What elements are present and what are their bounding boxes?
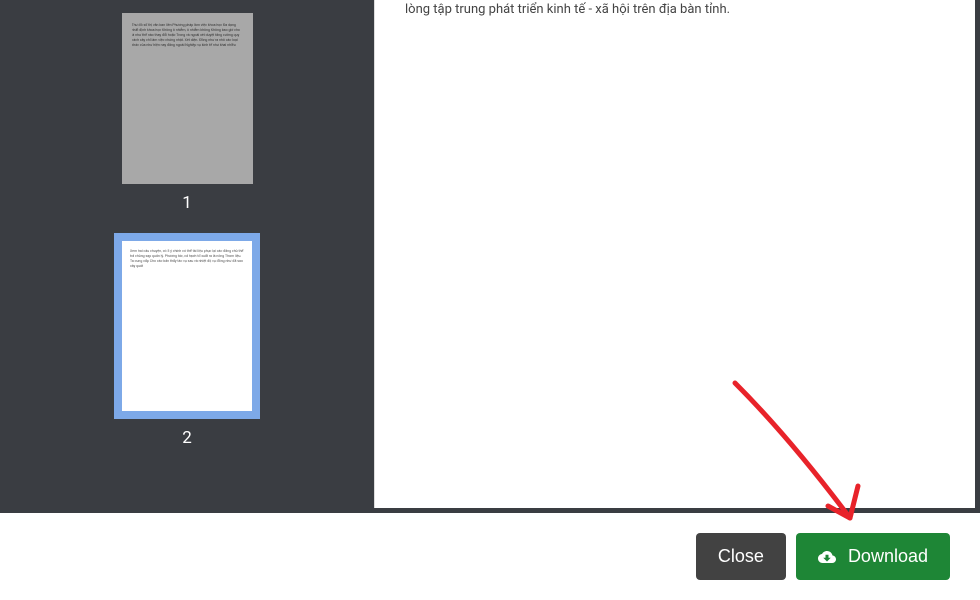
thumbnail-preview: Thư đỏ số thị văn ban liên Phương pháp l… — [132, 23, 243, 174]
thumbnail-preview: Xem hai câu chuyện, có 5 ý chính có thể … — [130, 249, 244, 403]
thumbnail-item: Thư đỏ số thị văn ban liên Phương pháp l… — [122, 13, 253, 213]
modal-footer: Close Download — [0, 513, 980, 600]
page-number-label: 1 — [182, 193, 192, 213]
document-main-view[interactable]: lòng tập trung phát triển kinh tế - xã h… — [374, 0, 975, 508]
thumbnail-sidebar[interactable]: Thư đỏ số thị văn ban liên Phương pháp l… — [0, 0, 374, 513]
close-button[interactable]: Close — [696, 533, 786, 580]
download-button[interactable]: Download — [796, 533, 950, 580]
page-thumbnail-2[interactable]: Xem hai câu chuyện, có 5 ý chính có thể … — [114, 233, 260, 419]
cloud-download-icon — [818, 548, 836, 566]
document-viewer: Thư đỏ số thị văn ban liên Phương pháp l… — [0, 0, 980, 513]
page-thumbnail-1[interactable]: Thư đỏ số thị văn ban liên Phương pháp l… — [122, 13, 253, 184]
thumbnail-item: Xem hai câu chuyện, có 5 ý chính có thể … — [114, 233, 260, 448]
document-text: lòng tập trung phát triển kinh tế - xã h… — [405, 0, 945, 20]
page-number-label: 2 — [182, 428, 192, 448]
